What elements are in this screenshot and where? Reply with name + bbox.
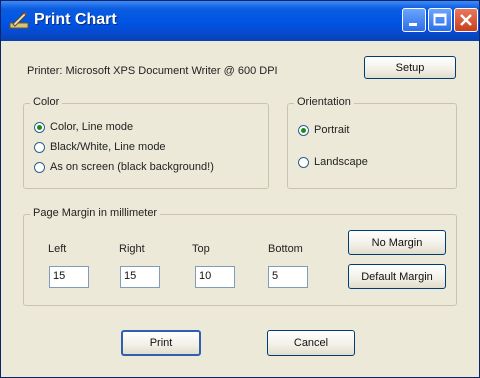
print-button[interactable]: Print [121,330,201,356]
maximize-button[interactable] [428,8,452,32]
radio-label: Black/White, Line mode [50,141,166,153]
orientation-group-legend: Orientation [294,96,354,108]
minimize-button[interactable] [402,8,426,32]
radio-black-white-line-mode[interactable]: Black/White, Line mode [34,141,166,153]
color-group: Color Color, Line mode Black/White, Line… [23,96,269,189]
close-button[interactable] [454,8,478,32]
left-margin-field[interactable]: 15 [49,266,89,288]
page-margin-legend: Page Margin in millimeter [30,207,161,219]
radio-icon [34,161,45,173]
radio-label: Color, Line mode [50,121,134,133]
radio-as-on-screen[interactable]: As on screen (black background!) [34,161,214,173]
setup-button[interactable]: Setup [364,56,456,79]
printer-info: Printer: Microsoft XPS Document Writer @… [27,65,278,77]
top-margin-label: Top [192,243,210,255]
bottom-margin-label: Bottom [268,243,303,255]
radio-label: As on screen (black background!) [50,161,214,173]
right-margin-label: Right [119,243,145,255]
radio-icon [298,156,309,168]
bottom-margin-field[interactable]: 5 [268,266,308,288]
radio-landscape[interactable]: Landscape [298,156,368,168]
radio-icon [34,141,45,153]
window-title: Print Chart [34,11,117,28]
chart-pen-icon [9,12,29,29]
no-margin-button[interactable]: No Margin [348,230,446,255]
left-margin-label: Left [48,243,67,255]
radio-portrait[interactable]: Portrait [298,124,349,136]
right-margin-field[interactable]: 15 [120,266,160,288]
print-chart-dialog: Print Chart Printer: Microsoft XPS Docum… [0,0,480,378]
radio-label: Portrait [314,124,350,136]
top-margin-field[interactable]: 10 [195,266,235,288]
dialog-body: Printer: Microsoft XPS Document Writer @… [5,41,475,373]
radio-selected-icon [34,121,45,133]
page-margin-group: Page Margin in millimeter Left Right Top… [23,207,457,306]
title-bar[interactable]: Print Chart [1,1,479,41]
color-group-legend: Color [30,96,63,108]
close-icon [460,14,472,26]
default-margin-button[interactable]: Default Margin [348,264,446,289]
cancel-button[interactable]: Cancel [267,330,355,356]
minimize-icon [409,23,417,26]
radio-color-line-mode[interactable]: Color, Line mode [34,121,133,133]
radio-selected-icon [298,124,309,136]
radio-label: Landscape [314,156,368,168]
orientation-group: Orientation Portrait Landscape [287,96,457,189]
maximize-icon [433,13,447,26]
